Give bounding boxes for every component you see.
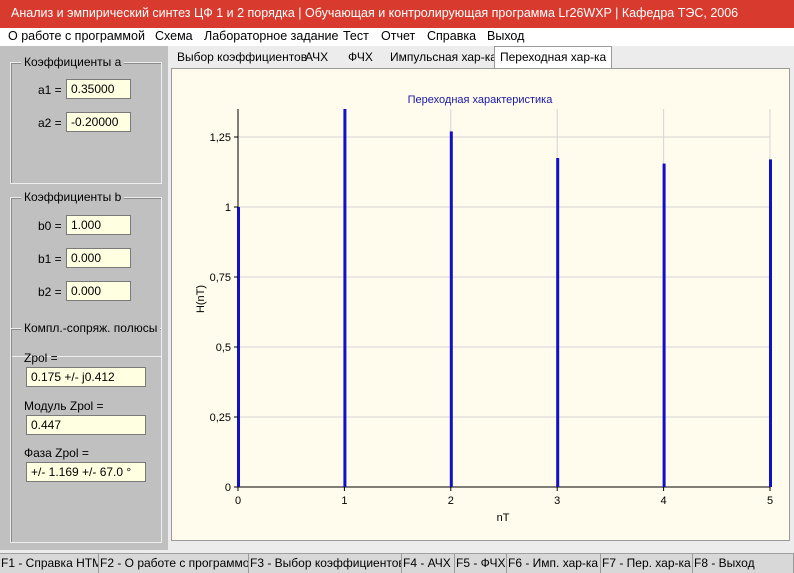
status-f1-help[interactable]: F1 - Справка HTML [0, 554, 99, 573]
x-tick-label: 1 [341, 495, 347, 507]
tab-ach[interactable]: АЧХ [300, 48, 333, 67]
b2-input[interactable]: 0.000 [66, 281, 131, 301]
a1-label: a1 = [38, 83, 62, 97]
a2-input[interactable]: -0.20000 [66, 112, 131, 132]
chart-ticks: 0 0,25 0,5 0,75 1 1,25 0 1 2 3 4 5 [210, 132, 773, 507]
coef-b-title: Коэффициенты b [21, 190, 125, 204]
x-tick-label: 4 [661, 495, 667, 507]
step-bar [556, 158, 560, 487]
b1-label: b1 = [38, 252, 62, 266]
coef-a-title: Коэффициенты a [21, 55, 125, 69]
y-axis-label: H(nT) [195, 285, 207, 313]
step-bar [449, 131, 453, 487]
tab-impulse[interactable]: Импульсная хар-ка [385, 48, 502, 67]
x-tick-label: 3 [554, 495, 560, 507]
status-f8-exit[interactable]: F8 - Выход [693, 554, 794, 573]
chart-bars [237, 109, 772, 487]
x-tick-label: 2 [448, 495, 454, 507]
a2-label: a2 = [38, 116, 62, 130]
modul-field[interactable]: 0.447 [26, 415, 146, 435]
chart-grid [237, 109, 771, 487]
x-tick-label: 5 [767, 495, 773, 507]
status-f3-coefficients[interactable]: F3 - Выбор коэффициентов [249, 554, 402, 573]
x-tick-label: 0 [235, 495, 241, 507]
menu-exit[interactable]: Выход [487, 29, 524, 43]
menu-test[interactable]: Тест [343, 29, 369, 43]
status-f6-impulse[interactable]: F6 - Имп. хар-ка [507, 554, 601, 573]
y-tick-label: 1 [225, 202, 231, 214]
step-response-chart: 0 0,25 0,5 0,75 1 1,25 0 1 2 3 4 5 Переходная харак… [195, 94, 773, 524]
status-f4-ach[interactable]: F4 - АЧХ [402, 554, 455, 573]
window-title: Анализ и эмпирический синтез ЦФ 1 и 2 по… [11, 6, 739, 20]
faza-field[interactable]: +/- 1.169 +/- 67.0 ° [26, 462, 146, 482]
y-tick-label: 0,75 [210, 272, 231, 284]
poles-title: Компл.-сопряж. полюсы [21, 321, 161, 335]
coefficients-panel: Коэффициенты a a1 = 0.35000 a2 = -0.2000… [0, 46, 168, 550]
y-tick-label: 1,25 [210, 132, 231, 144]
chart-panel: 0 0,25 0,5 0,75 1 1,25 0 1 2 3 4 5 Переходная харак… [171, 68, 790, 541]
tab-coefficients[interactable]: Выбор коэффициентов [172, 48, 312, 67]
b2-label: b2 = [38, 285, 62, 299]
chart-title: Переходная характеристика [408, 94, 554, 106]
b0-input[interactable]: 1.000 [66, 215, 131, 235]
a1-input[interactable]: 0.35000 [66, 79, 131, 99]
step-bar [769, 159, 772, 487]
step-bar [662, 163, 666, 487]
y-tick-label: 0,5 [216, 342, 231, 354]
menu-bar: О работе с программой Схема Лабораторное… [0, 28, 794, 46]
status-f7-step[interactable]: F7 - Пер. хар-ка [601, 554, 693, 573]
title-bar: Анализ и эмпирический синтез ЦФ 1 и 2 по… [0, 0, 794, 28]
y-tick-label: 0 [225, 482, 231, 494]
status-f5-fch[interactable]: F5 - ФЧХ [455, 554, 507, 573]
menu-about[interactable]: О работе с программой [8, 29, 145, 43]
zpol-field[interactable]: 0.175 +/- j0.412 [26, 367, 146, 387]
tab-fch[interactable]: ФЧХ [343, 48, 378, 67]
zpol-label: Zpol = [24, 351, 58, 365]
menu-help[interactable]: Справка [427, 29, 476, 43]
modul-label: Модуль Zpol = [24, 399, 104, 413]
menu-scheme[interactable]: Схема [155, 29, 193, 43]
chart-axes [237, 109, 770, 488]
coef-a-group: Коэффициенты a a1 = 0.35000 a2 = -0.2000… [10, 55, 162, 184]
step-bar [343, 109, 347, 487]
status-bar: F1 - Справка HTML F2 - О работе с програ… [0, 553, 794, 573]
menu-lab-task[interactable]: Лабораторное задание [204, 29, 338, 43]
poles-group: Компл.-сопряж. полюсы Zpol = 0.175 +/- j… [10, 321, 162, 543]
x-axis-label: nT [497, 512, 510, 524]
b1-input[interactable]: 0.000 [66, 248, 131, 268]
tab-step-response[interactable]: Переходная хар-ка [494, 46, 613, 68]
b0-label: b0 = [38, 219, 62, 233]
faza-label: Фаза Zpol = [24, 446, 89, 460]
status-f2-about[interactable]: F2 - О работе с программой [99, 554, 249, 573]
menu-report[interactable]: Отчет [381, 29, 415, 43]
y-tick-label: 0,25 [210, 412, 231, 424]
